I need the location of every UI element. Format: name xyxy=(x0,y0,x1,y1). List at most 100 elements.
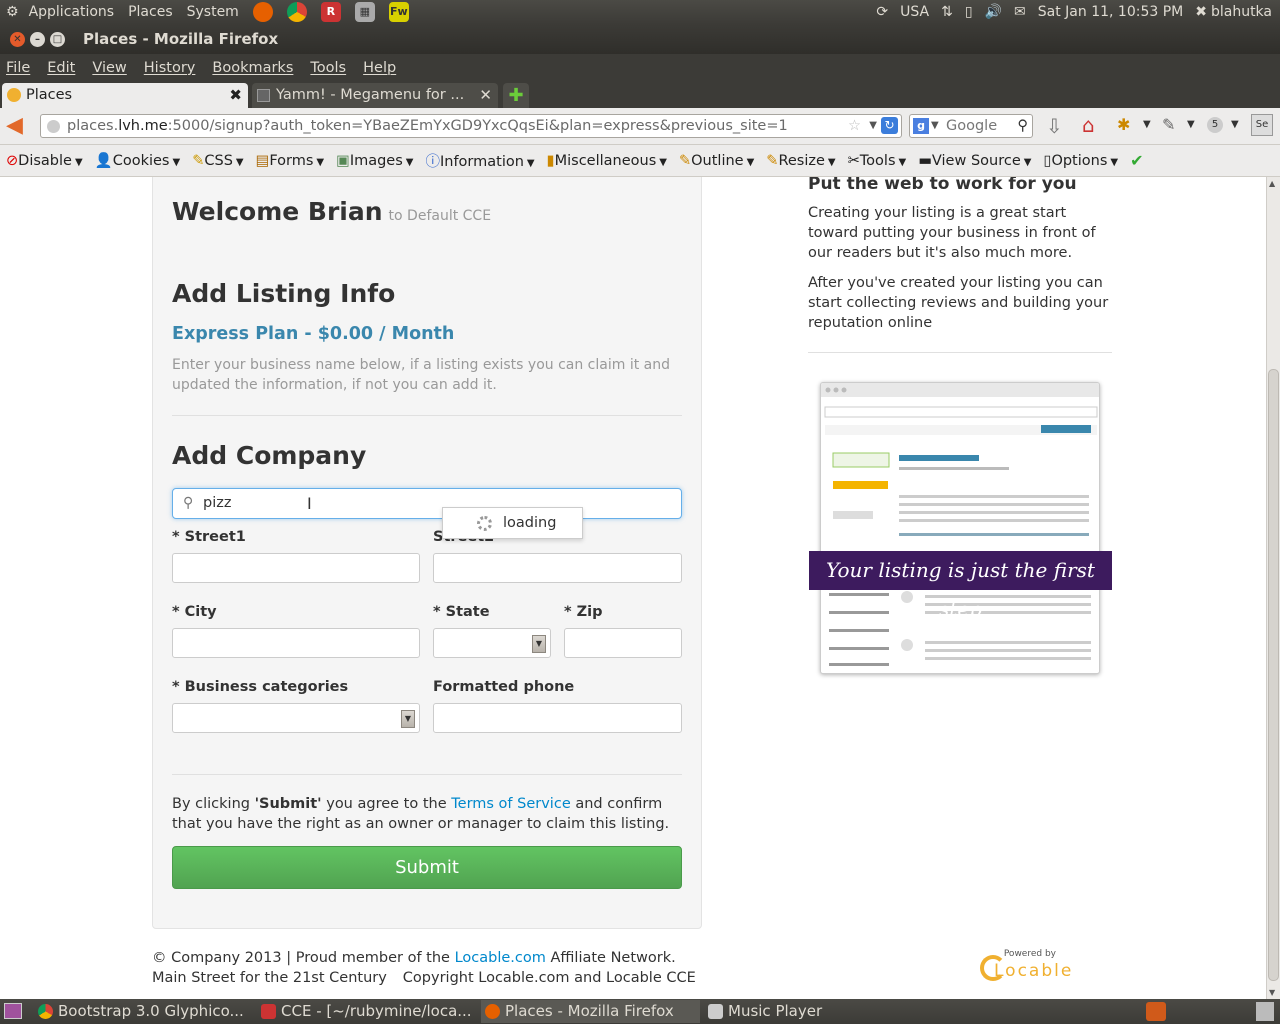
selenium-icon[interactable]: Se xyxy=(1251,114,1273,136)
extension-icon[interactable]: ✱ xyxy=(1117,115,1130,134)
clock[interactable]: Sat Jan 11, 10:53 PM xyxy=(1038,4,1183,20)
show-desktop-icon[interactable] xyxy=(4,1003,22,1019)
pen-dropdown-icon[interactable]: ▼ xyxy=(1187,119,1195,130)
tab-places[interactable]: Places ✖ xyxy=(2,83,248,108)
dev-resize[interactable]: ✎Resize ▼ xyxy=(766,153,835,169)
extension-dropdown-icon[interactable]: ▼ xyxy=(1143,119,1151,130)
close-tab-icon[interactable]: ✕ xyxy=(479,83,492,108)
url-bar[interactable]: places.lvh.me:5000/signup?auth_token=YBa… xyxy=(40,114,902,138)
state-select[interactable]: ▼ xyxy=(433,628,551,658)
plus-icon: ✚ xyxy=(508,85,524,106)
spinner-icon xyxy=(477,516,492,531)
firefox-launcher-icon[interactable] xyxy=(252,2,273,22)
web-developer-toolbar: ⊘Disable ▼ 👤Cookies ▼ ✎CSS ▼ ▤Forms ▼ ▣Image… xyxy=(0,145,1280,177)
disable-icon: ⊘ xyxy=(6,152,19,169)
submit-button[interactable]: Submit xyxy=(172,846,682,889)
window-titlebar: ✕ – □ Places - Mozilla Firefox xyxy=(0,24,1280,54)
close-tab-icon[interactable]: ✖ xyxy=(229,83,242,108)
mail-icon[interactable]: ✉ xyxy=(1014,4,1026,20)
trash-icon[interactable] xyxy=(1256,1002,1274,1021)
powered-by-label: Powered by xyxy=(1003,949,1056,959)
taskbar-item-rubymine[interactable]: CCE - [~/rubymine/loca... xyxy=(257,1000,477,1023)
phone-input[interactable] xyxy=(433,703,682,733)
downloads-icon[interactable]: ⇩ xyxy=(1046,114,1063,138)
scroll-up-icon[interactable]: ▲ xyxy=(1269,179,1275,188)
badge-dropdown-icon[interactable]: ▼ xyxy=(1231,119,1239,130)
reload-icon[interactable]: ↻ xyxy=(881,117,898,134)
badge-count[interactable]: 5 xyxy=(1207,117,1223,133)
transfer-icon[interactable]: ⇅ xyxy=(941,4,953,20)
dev-disable[interactable]: ⊘Disable ▼ xyxy=(6,153,83,169)
fireworks-launcher-icon[interactable]: Fw xyxy=(388,2,409,22)
close-window-icon[interactable]: ✕ xyxy=(10,31,25,47)
locable-link[interactable]: Locable.com xyxy=(455,950,546,966)
new-tab-button[interactable]: ✚ xyxy=(503,83,529,108)
minimize-window-icon[interactable]: – xyxy=(30,31,45,47)
calculator-launcher-icon[interactable]: ▦ xyxy=(354,2,375,22)
chrome-launcher-icon[interactable] xyxy=(286,2,307,22)
search-box[interactable]: g ▼ Google ⚲ xyxy=(909,114,1033,138)
taskbar-item-chrome[interactable]: Bootstrap 3.0 Glyphico... xyxy=(34,1000,252,1023)
menu-file[interactable]: File xyxy=(6,60,30,76)
chrome-icon xyxy=(38,1004,53,1019)
ubuntu-logo-icon[interactable]: ⚙ xyxy=(6,4,19,20)
dev-options[interactable]: ▯Options ▼ xyxy=(1043,153,1118,169)
maximize-window-icon[interactable]: □ xyxy=(50,31,65,47)
tab-yamm[interactable]: Yamm! - Megamenu for ... ✕ xyxy=(252,83,498,108)
taskbar-item-firefox[interactable]: Places - Mozilla Firefox xyxy=(481,1000,700,1023)
taskbar-item-music-player[interactable]: Music Player xyxy=(704,1000,924,1023)
network-icon[interactable]: ⟳ xyxy=(876,4,888,20)
phone-label: Formatted phone xyxy=(433,679,575,695)
powered-by-locable-logo[interactable]: Powered by Locable xyxy=(980,949,1080,989)
dev-view-source[interactable]: ▬View Source ▼ xyxy=(918,153,1031,169)
street2-input[interactable] xyxy=(433,553,682,583)
dev-outline[interactable]: ✎Outline ▼ xyxy=(679,153,754,169)
dev-information[interactable]: ⓘInformation ▼ xyxy=(425,150,534,171)
menu-view[interactable]: View xyxy=(92,60,126,76)
street1-input[interactable] xyxy=(172,553,420,583)
scroll-down-icon[interactable]: ▼ xyxy=(1269,988,1275,997)
city-input[interactable] xyxy=(172,628,420,658)
url-dropdown-icon[interactable]: ▼ xyxy=(869,115,877,137)
dev-cookies[interactable]: 👤Cookies ▼ xyxy=(95,152,181,169)
resize-icon: ✎ xyxy=(766,152,779,169)
menu-tools[interactable]: Tools xyxy=(310,60,346,76)
menu-history[interactable]: History xyxy=(144,60,196,76)
url-prefix: places. xyxy=(67,118,119,134)
dev-css[interactable]: ✎CSS ▼ xyxy=(192,153,243,169)
applications-menu[interactable]: Applications xyxy=(29,4,115,20)
search-magnifier-icon[interactable]: ⚲ xyxy=(1017,115,1028,137)
pen-tool-icon[interactable]: ✎ xyxy=(1162,115,1175,134)
dev-tools[interactable]: ✂Tools ▼ xyxy=(848,153,907,169)
vertical-scrollbar[interactable]: ▲ ▼ xyxy=(1266,177,1280,999)
validation-check-icon[interactable]: ✔ xyxy=(1130,151,1143,170)
rubymine-launcher-icon[interactable]: R xyxy=(320,2,341,22)
dev-miscellaneous[interactable]: ▮Miscellaneous ▼ xyxy=(547,153,667,169)
menu-edit[interactable]: Edit xyxy=(47,60,75,76)
firefox-tray-icon[interactable] xyxy=(1146,1002,1166,1021)
company-search-input[interactable]: ⚲ pizz I xyxy=(172,488,682,519)
battery-icon[interactable]: ▯ xyxy=(965,4,973,20)
listing-preview-image xyxy=(820,382,1100,674)
back-arrow-icon[interactable]: ◀ xyxy=(6,113,23,138)
terms-of-service-link[interactable]: Terms of Service xyxy=(451,796,570,812)
places-menu[interactable]: Places xyxy=(128,4,173,20)
menu-help[interactable]: Help xyxy=(363,60,396,76)
zip-input[interactable] xyxy=(564,628,682,658)
bookmark-star-icon[interactable]: ☆ xyxy=(846,115,861,137)
site-identity-icon[interactable] xyxy=(47,120,60,133)
categories-select[interactable]: ▼ xyxy=(172,703,420,733)
keyboard-layout[interactable]: USA xyxy=(900,4,929,20)
scrollbar-thumb[interactable] xyxy=(1268,369,1279,981)
dev-images[interactable]: ▣Images ▼ xyxy=(336,153,413,169)
tools-icon: ✂ xyxy=(847,152,860,169)
dev-forms[interactable]: ▤Forms ▼ xyxy=(256,153,325,169)
engine-dropdown-icon[interactable]: ▼ xyxy=(931,115,939,137)
plan-name: Express Plan - $0.00 / Month xyxy=(172,324,455,344)
user-name[interactable]: blahutka xyxy=(1211,4,1272,20)
google-engine-icon[interactable]: g xyxy=(913,118,929,134)
menu-bookmarks[interactable]: Bookmarks xyxy=(212,60,293,76)
volume-icon[interactable]: 🔊 xyxy=(985,4,1002,20)
home-icon[interactable]: ⌂ xyxy=(1082,113,1095,137)
system-menu[interactable]: System xyxy=(187,4,239,20)
